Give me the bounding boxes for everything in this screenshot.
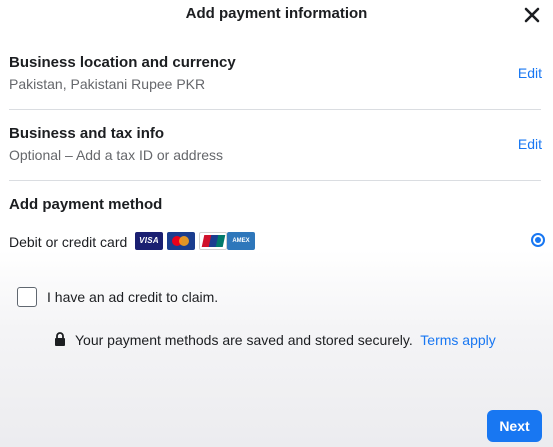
amex-card-icon: AMEX — [227, 232, 255, 250]
payment-option-radio[interactable] — [531, 233, 545, 247]
payment-option-label: Debit or credit card — [9, 234, 128, 250]
edit-location-link[interactable]: Edit — [518, 65, 542, 81]
payment-option-card[interactable]: Debit or credit card VISA AMEX — [9, 230, 545, 252]
lock-icon — [55, 332, 65, 346]
unionpay-icon — [199, 232, 227, 250]
payment-method-title: Add payment method — [9, 196, 163, 213]
business-tax-title: Business and tax info — [9, 125, 165, 142]
close-button[interactable] — [523, 6, 541, 24]
ad-credit-checkbox[interactable] — [17, 287, 37, 307]
business-tax-section: Business and tax info Optional – Add a t… — [9, 125, 542, 163]
mastercard-icon — [167, 232, 195, 250]
business-location-title: Business location and currency — [9, 54, 236, 71]
edit-tax-link[interactable]: Edit — [518, 136, 542, 152]
business-location-value: Pakistan, Pakistani Rupee PKR — [9, 76, 206, 92]
next-button[interactable]: Next — [487, 410, 542, 442]
business-tax-subtitle: Optional – Add a tax ID or address — [9, 147, 224, 163]
business-location-section: Business location and currency Pakistan,… — [9, 54, 542, 92]
security-text: Your payment methods are saved and store… — [75, 332, 496, 348]
divider — [9, 109, 541, 110]
ad-credit-label: I have an ad credit to claim. — [47, 289, 219, 305]
close-icon — [524, 7, 540, 23]
visa-card-icon: VISA — [135, 232, 163, 250]
terms-apply-link[interactable]: Terms apply — [420, 332, 495, 348]
payment-method-heading-wrap: Add payment method — [9, 196, 542, 213]
security-message: Your payment methods are saved and store… — [75, 332, 413, 348]
divider — [9, 180, 541, 181]
dialog-title: Add payment information — [185, 5, 368, 22]
